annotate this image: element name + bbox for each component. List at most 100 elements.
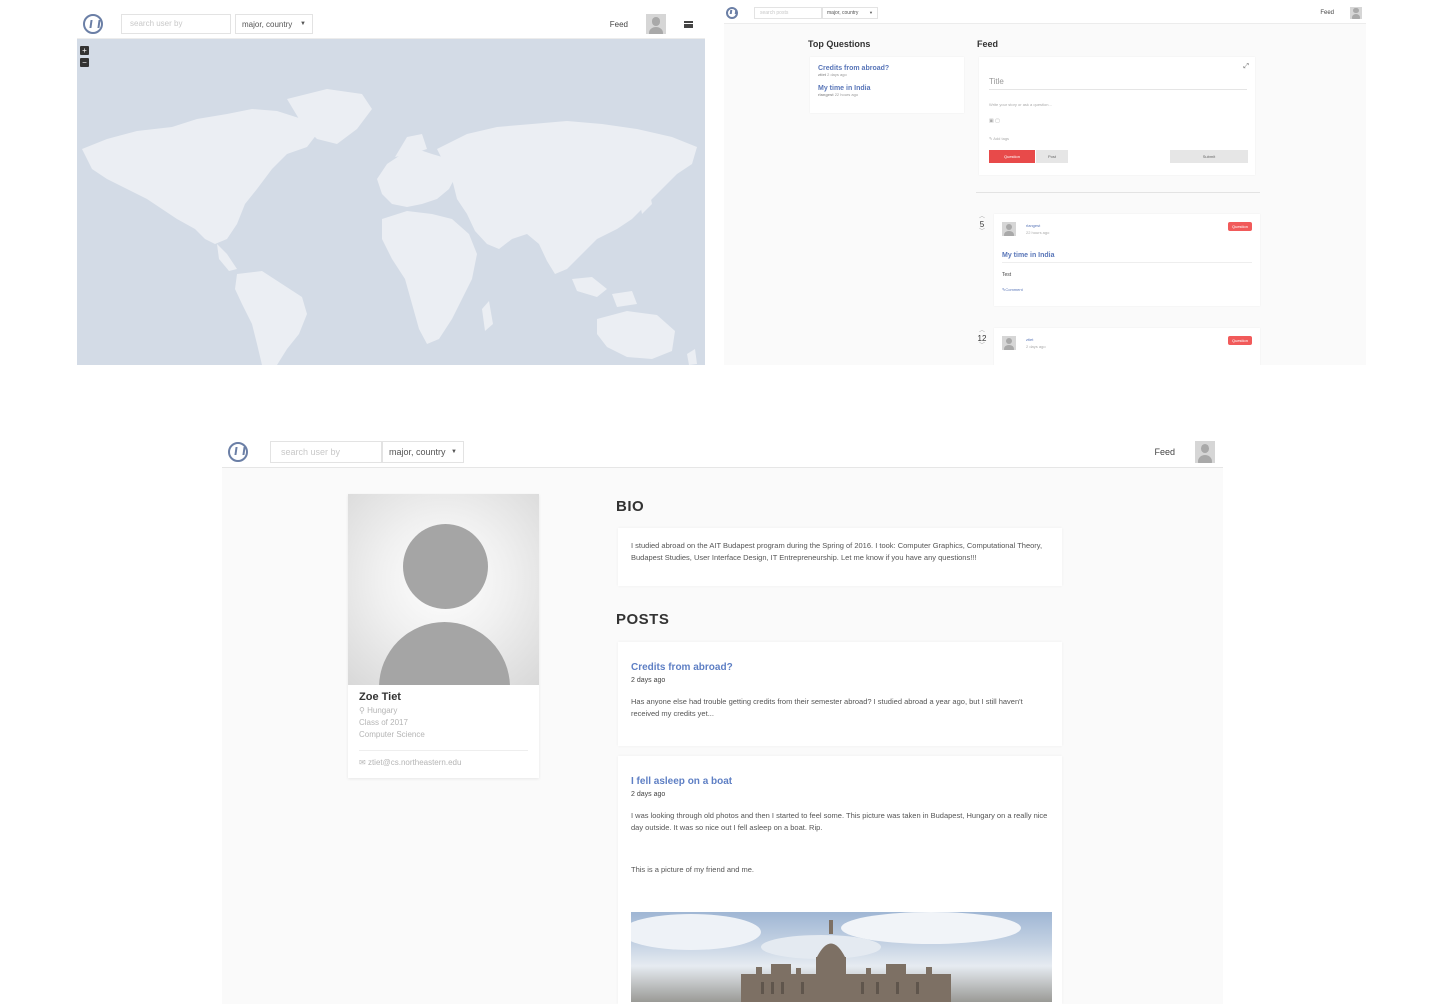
vote-count: 5 <box>979 220 985 229</box>
post-author[interactable]: rlangest <box>1026 223 1040 228</box>
post-title[interactable]: Credits from abroad? <box>631 662 1049 673</box>
comment-label: Comment <box>1005 287 1023 292</box>
world-map[interactable] <box>77 39 705 365</box>
title-input[interactable]: Title <box>989 77 1247 90</box>
navbar: search posts major, country ▼ Feed <box>724 2 1366 24</box>
post-button[interactable]: Post <box>1036 150 1068 163</box>
post-tag: Question <box>1227 222 1252 231</box>
post-body: I was looking through old photos and the… <box>631 811 1048 832</box>
top-question-author: rlangest <box>818 92 834 97</box>
profile-name: Zoe Tiet <box>359 691 401 703</box>
profile-post: I fell asleep on a boat 2 days ago I was… <box>618 756 1062 1004</box>
feed-heading: Feed <box>977 39 999 49</box>
zoom-in-button[interactable]: + <box>80 46 89 55</box>
question-button[interactable]: Question <box>989 150 1035 163</box>
logo-icon[interactable] <box>726 6 738 19</box>
expand-icon[interactable]: ⤢ <box>1243 63 1249 71</box>
post-body: Has anyone else had trouble getting cred… <box>631 697 1023 718</box>
feed-link[interactable]: Feed <box>610 20 628 29</box>
email-icon: ✉ <box>359 758 366 767</box>
top-question-time: 22 hours ago <box>834 92 859 97</box>
top-questions-heading: Top Questions <box>808 39 871 49</box>
profile-divider <box>359 750 528 751</box>
post-composer: ⤢ Title Write your story or ask a questi… <box>979 57 1255 175</box>
profile-body-shape <box>379 622 510 685</box>
chevron-down-icon: ▼ <box>869 10 873 15</box>
post-body: Test <box>1002 272 1012 278</box>
search-input[interactable]: search user by <box>121 14 231 34</box>
author-avatar-icon <box>1002 336 1016 350</box>
bio-text: I studied abroad on the AIT Budapest pro… <box>631 541 1043 562</box>
search-input[interactable]: search posts <box>754 6 822 19</box>
profile-screen: search user by major, country ▼ Feed Zoe… <box>222 436 1223 1004</box>
search-input[interactable]: search user by <box>270 440 382 463</box>
tag-input-placeholder: Add tags <box>993 136 1010 141</box>
bio-heading: BIO <box>616 498 645 515</box>
chevron-down-icon: ▼ <box>300 21 306 27</box>
post-time: 22 hours ago <box>1026 230 1050 235</box>
hamburger-menu-icon[interactable] <box>684 20 693 28</box>
filter-select-value: major, country <box>827 9 859 16</box>
feed-link[interactable]: Feed <box>1154 447 1175 457</box>
user-avatar-icon[interactable] <box>1350 6 1362 19</box>
filter-select-value: major, country <box>242 19 293 29</box>
comment-link[interactable]: ✎Comment <box>1002 287 1023 292</box>
body-input[interactable]: Write your story or ask a question... <box>989 102 1052 107</box>
chevron-down-icon: ▼ <box>451 448 457 455</box>
profile-major: Computer Science <box>359 730 425 739</box>
feed-post: rlangest 22 hours ago Question My time i… <box>994 214 1260 306</box>
post-caption: This is a picture of my friend and me. <box>631 865 754 874</box>
profile-photo <box>348 494 539 685</box>
profile-head-shape <box>403 524 488 609</box>
tag-icon: ✎ <box>989 136 993 141</box>
post-time: 2 days ago <box>1026 344 1046 349</box>
location-pin-icon: ⚲ <box>359 706 365 715</box>
post-photo <box>631 912 1052 1002</box>
map-screen: search user by major, country ▼ Feed + − <box>77 10 705 365</box>
post-tag: Question <box>1227 336 1252 345</box>
profile-email[interactable]: ✉ ztiet@cs.northeastern.edu <box>359 758 461 767</box>
zoom-out-button[interactable]: − <box>80 58 89 67</box>
navbar: search user by major, country ▼ Feed <box>77 10 705 39</box>
user-avatar-icon[interactable] <box>1195 440 1215 463</box>
top-question-meta: ztiet 2 days ago <box>818 72 956 77</box>
vote-widget: ︿ 12 ﹀ <box>977 328 987 349</box>
profile-post: Credits from abroad? 2 days ago Has anyo… <box>618 642 1062 746</box>
profile-class-year: Class of 2017 <box>359 718 408 727</box>
post-date: 2 days ago <box>631 677 666 684</box>
bio-card: I studied abroad on the AIT Budapest pro… <box>618 528 1062 586</box>
feed-link[interactable]: Feed <box>1320 10 1334 16</box>
vote-count: 12 <box>977 334 987 343</box>
profile-country: ⚲ Hungary <box>359 706 397 715</box>
navbar: search user by major, country ▼ Feed <box>222 436 1223 468</box>
top-question-link[interactable]: Credits from abroad? <box>818 65 956 72</box>
post-title[interactable]: My time in India <box>1002 252 1252 263</box>
vote-down-icon[interactable]: ﹀ <box>977 343 987 349</box>
post-title[interactable]: I fell asleep on a boat <box>631 776 1049 787</box>
profile-card: Zoe Tiet ⚲ Hungary Class of 2017 Compute… <box>348 494 539 778</box>
feed-screen: search posts major, country ▼ Feed Top Q… <box>724 2 1366 365</box>
filter-select-value: major, country <box>389 446 446 457</box>
tag-input[interactable]: ✎ Add tags <box>989 136 1009 141</box>
top-question-link[interactable]: My time in India <box>818 85 956 92</box>
logo-icon[interactable] <box>228 441 248 462</box>
logo-icon[interactable] <box>83 14 103 34</box>
post-author[interactable]: ztiet <box>1026 337 1033 342</box>
top-questions-card: Credits from abroad? ztiet 2 days ago My… <box>810 57 964 113</box>
feed-post: ztiet 2 days ago Question <box>994 328 1260 365</box>
submit-button[interactable]: Submit <box>1170 150 1248 163</box>
feed-divider <box>976 192 1260 193</box>
parliament-illustration <box>631 912 1021 1002</box>
filter-select[interactable]: major, country ▼ <box>235 14 313 34</box>
vote-down-icon[interactable]: ﹀ <box>977 229 987 235</box>
top-question-author: ztiet <box>818 72 826 77</box>
filter-select[interactable]: major, country ▼ <box>382 440 464 463</box>
user-avatar-icon[interactable] <box>646 14 666 34</box>
vote-widget: ︿ 5 ﹀ <box>977 214 987 235</box>
profile-email-text: ztiet@cs.northeastern.edu <box>367 758 462 767</box>
top-question-time: 2 days ago <box>827 72 847 77</box>
post-date: 2 days ago <box>631 791 666 798</box>
attach-icons[interactable]: ▣ ▢ <box>989 118 1000 124</box>
filter-select[interactable]: major, country ▼ <box>822 6 878 19</box>
profile-country-text: Hungary <box>367 706 398 715</box>
